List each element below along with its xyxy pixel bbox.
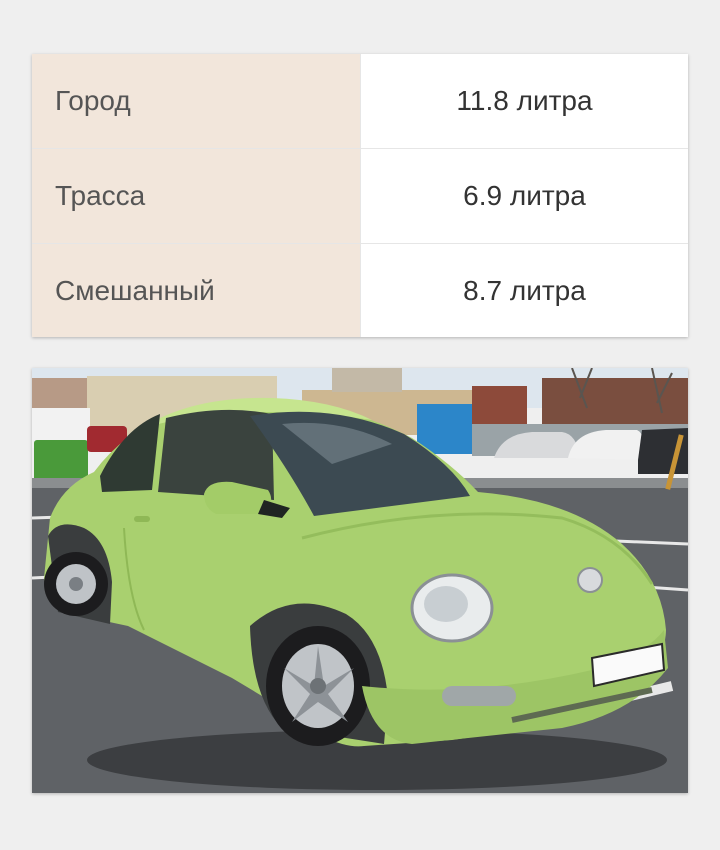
table-row: Город 11.8 литра: [32, 54, 688, 149]
row-label-mixed: Смешанный: [32, 243, 361, 337]
row-value-highway: 6.9 литра: [360, 148, 688, 244]
row-label-city: Город: [32, 54, 361, 149]
row-value-mixed: 8.7 литра: [463, 274, 586, 306]
car-photo-illustration: [32, 368, 688, 793]
table-row: Трасса 6.9 литра: [32, 148, 688, 244]
car-photo: [32, 368, 688, 793]
row-value-city: 11.8 литра: [360, 54, 688, 149]
row-label-highway: Трасса: [32, 148, 361, 244]
fuel-consumption-table: Город 11.8 литра Трасса 6.9 литра Смешан…: [32, 54, 688, 337]
table-row: Смешанный 8.7 литра: [32, 243, 688, 337]
